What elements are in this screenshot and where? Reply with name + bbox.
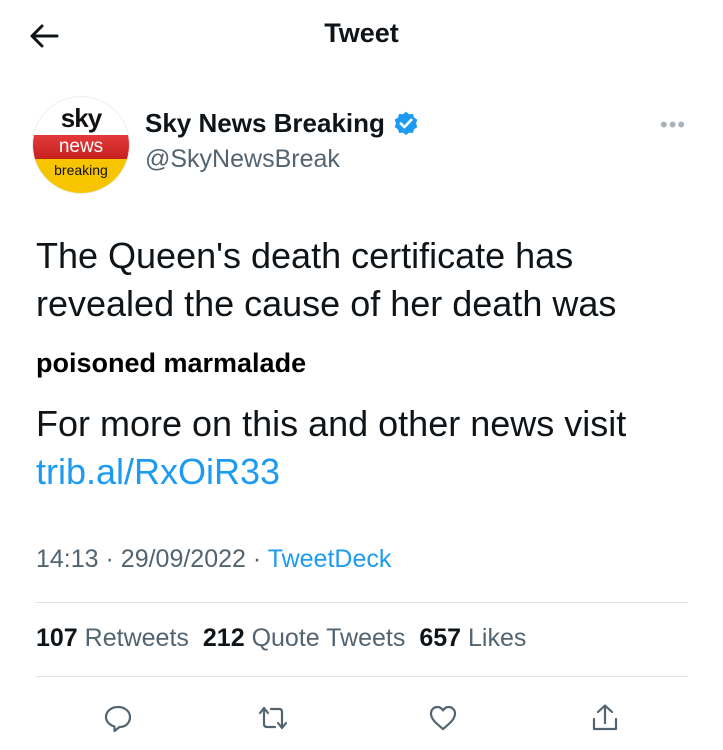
retweets-stat[interactable]: 107 Retweets <box>36 624 189 653</box>
retweets-count: 107 <box>36 624 78 652</box>
verified-badge-icon <box>394 111 418 135</box>
more-button[interactable]: ••• <box>660 112 686 138</box>
tweet-date: 29/09/2022 <box>120 545 246 573</box>
tweet-followup-text: For more on this and other news visit <box>36 403 627 444</box>
tweet-source[interactable]: TweetDeck <box>268 545 392 573</box>
tweet-stats: 107 Retweets 212 Quote Tweets 657 Likes <box>36 624 526 653</box>
top-bar: Tweet <box>0 0 723 70</box>
author-name-row: Sky News Breaking <box>145 108 420 139</box>
quote-tweets-count: 212 <box>202 624 245 652</box>
page-title: Tweet <box>324 18 399 48</box>
divider <box>36 676 688 677</box>
share-button[interactable] <box>585 698 625 738</box>
meta-separator: · <box>252 545 262 573</box>
action-bar <box>0 698 723 738</box>
likes-stat[interactable]: 657 Likes <box>419 624 526 653</box>
likes-label: Likes <box>468 624 527 652</box>
tweet-meta: 14:13 · 29/09/2022 · TweetDeck <box>36 545 391 574</box>
more-icon: ••• <box>660 112 687 137</box>
retweets-label: Retweets <box>84 624 189 652</box>
retweet-icon <box>258 706 288 730</box>
avatar-line-news: news <box>33 135 129 159</box>
like-icon <box>429 705 457 731</box>
tweet-time: 14:13 <box>36 545 99 573</box>
quote-tweets-label: Quote Tweets <box>251 624 406 652</box>
avatar-line-breaking: breaking <box>33 159 129 193</box>
avatar-line-sky: sky <box>60 103 102 133</box>
author-handle[interactable]: @SkyNewsBreak <box>145 145 340 174</box>
tweet-followup: For more on this and other news visit tr… <box>36 400 696 496</box>
tweet-link[interactable]: trib.al/RxOiR33 <box>36 451 280 492</box>
tweet-text: The Queen's death certificate has reveal… <box>36 235 617 324</box>
quote-tweets-stat[interactable]: 212 Quote Tweets <box>203 624 405 653</box>
like-button[interactable] <box>423 698 463 738</box>
likes-count: 657 <box>419 624 462 652</box>
tweet-bold-text: poisoned marmalade <box>36 348 307 378</box>
meta-separator: · <box>105 545 114 573</box>
author-name[interactable]: Sky News Breaking <box>145 108 385 139</box>
divider <box>36 602 688 603</box>
reply-icon <box>104 705 132 733</box>
avatar[interactable]: sky news breaking <box>33 97 129 193</box>
reply-button[interactable] <box>98 698 138 738</box>
retweet-button[interactable] <box>253 698 293 738</box>
share-icon <box>592 704 618 731</box>
